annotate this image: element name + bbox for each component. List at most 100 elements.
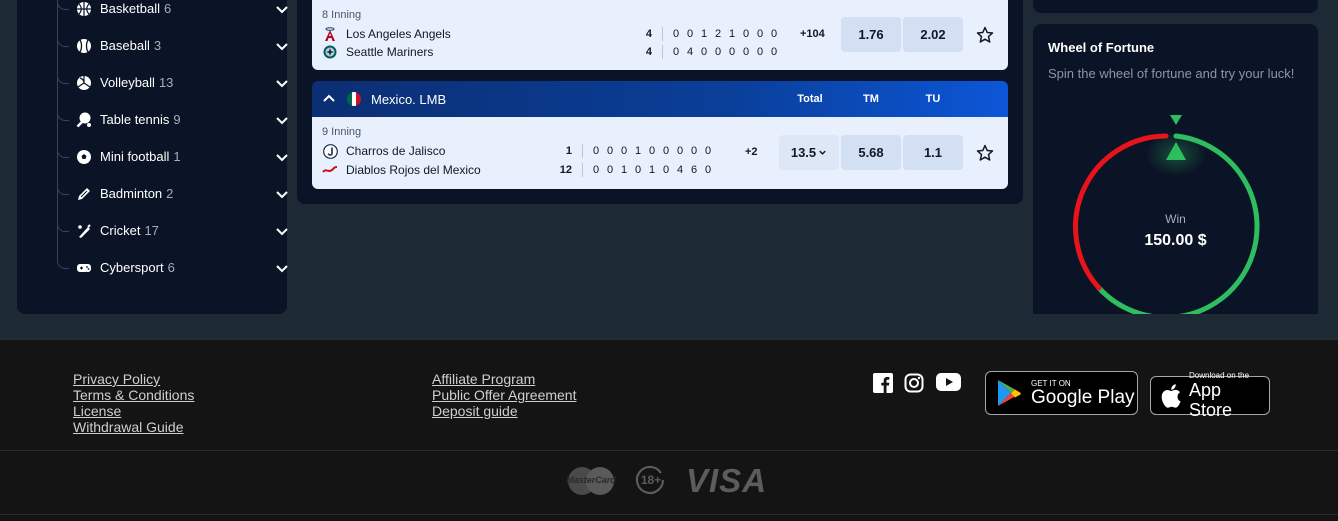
sidebar-item-basketball[interactable]: Basketball 6 (57, 0, 297, 27)
chevron-up-icon[interactable] (322, 92, 336, 106)
chevron-down-icon[interactable] (275, 39, 289, 53)
tree-branch (57, 249, 69, 269)
inning-score: 0 (756, 46, 764, 58)
privacy-policy-link[interactable]: Privacy Policy (73, 371, 194, 387)
sidebar-item-label: Volleyball 13 (100, 75, 174, 90)
google-play-button[interactable]: GET IT ON Google Play (985, 371, 1138, 415)
win-label: Win (1165, 212, 1186, 226)
odd-button[interactable]: 1.76 (841, 17, 901, 52)
match-period: 9 Inning (322, 126, 362, 138)
odd-button[interactable]: 2.02 (903, 17, 963, 52)
inning-score: 4 (676, 164, 684, 176)
google-play-icon (998, 380, 1021, 406)
mariners-logo-icon (322, 44, 338, 60)
sidebar-item-label: Cricket 17 (100, 223, 159, 238)
withdrawal-guide-link[interactable]: Withdrawal Guide (73, 419, 194, 435)
chevron-down-icon[interactable] (275, 187, 289, 201)
score-row: 1 0 0 0 1 0 0 0 0 0 (554, 142, 715, 160)
mastercard-label: MasterCard (566, 475, 616, 485)
score-row: 12 0 0 1 0 1 0 4 6 0 (554, 161, 715, 179)
tree-branch (57, 212, 69, 232)
instagram-icon[interactable] (904, 373, 926, 393)
tree-branch (57, 64, 69, 84)
sidebar-item-cybersport[interactable]: Cybersport 6 (57, 249, 297, 286)
inning-score: 0 (700, 46, 708, 58)
inning-score: 0 (648, 145, 656, 157)
team-row: Los Angeles Angels (322, 25, 451, 43)
total-select[interactable]: 13.5 (779, 135, 839, 170)
league-header[interactable]: Mexico. LMB Total TM TU (312, 81, 1008, 117)
angels-logo-icon (322, 26, 338, 42)
total-value: 13.5 (790, 145, 817, 160)
events-panel: 8 Inning Los Angeles Angels Seattle Mari… (297, 0, 1023, 204)
sidebar-item-table-tennis[interactable]: Table tennis 9 (57, 101, 297, 138)
tree-branch (57, 0, 69, 10)
cricket-bat-icon (75, 222, 93, 240)
divider (662, 45, 663, 59)
app-store-button[interactable]: Download on the App Store (1150, 371, 1270, 420)
charros-logo-icon (322, 143, 338, 159)
divider (582, 144, 583, 158)
deposit-guide-link[interactable]: Deposit guide (432, 403, 576, 419)
license-link[interactable]: License (73, 403, 194, 419)
more-markets-link[interactable]: +2 (745, 146, 758, 158)
match-card[interactable]: 9 Inning Charros de Jalisco Diablos Rojo… (312, 117, 1008, 189)
apple-icon (1161, 383, 1181, 408)
star-icon[interactable] (976, 26, 994, 44)
chevron-down-icon[interactable] (275, 2, 289, 16)
inning-score: 1 (700, 28, 708, 40)
inning-score: 0 (704, 145, 712, 157)
sidebar-item-volleyball[interactable]: Volleyball 13 (57, 64, 297, 101)
youtube-icon[interactable] (936, 373, 962, 393)
chevron-down-icon[interactable] (275, 113, 289, 127)
sidebar-item-label: Table tennis 9 (100, 112, 181, 127)
inning-score: 0 (756, 28, 764, 40)
inning-score: 0 (662, 164, 670, 176)
age-restriction-icon: 18+ (635, 464, 667, 496)
sidebar-item-baseball[interactable]: Baseball 3 (57, 27, 297, 64)
sidebar-item-cricket[interactable]: Cricket 17 (57, 212, 297, 249)
total-score: 4 (645, 46, 652, 58)
chevron-down-icon[interactable] (275, 76, 289, 90)
inning-score: 0 (672, 28, 680, 40)
wheel-of-fortune-card[interactable]: Wheel of Fortune Spin the wheel of fortu… (1033, 24, 1318, 314)
sidebar-item-mini-football[interactable]: Mini football 1 (57, 138, 297, 175)
column-header-tm: TM (863, 93, 879, 105)
chevron-down-icon[interactable] (275, 150, 289, 164)
inning-score: 0 (728, 46, 736, 58)
odd-button[interactable]: 1.1 (903, 135, 963, 170)
team-name: Charros de Jalisco (346, 144, 446, 158)
odd-button[interactable]: 5.68 (841, 135, 901, 170)
table-tennis-icon (75, 111, 93, 129)
star-icon[interactable] (976, 144, 994, 162)
chevron-down-icon[interactable] (275, 261, 289, 275)
inning-score: 1 (648, 164, 656, 176)
team-name: Diablos Rojos del Mexico (346, 163, 481, 177)
affiliate-program-link[interactable]: Affiliate Program (432, 371, 576, 387)
inning-score: 0 (634, 164, 642, 176)
match-card[interactable]: 8 Inning Los Angeles Angels Seattle Mari… (312, 0, 1008, 70)
score-row: 4 0 4 0 0 0 0 0 0 (638, 43, 781, 61)
public-offer-link[interactable]: Public Offer Agreement (432, 387, 576, 403)
inning-score: 6 (690, 164, 698, 176)
inning-score: 0 (690, 145, 698, 157)
inning-score: 0 (592, 145, 600, 157)
visa-logo: VISA (686, 462, 768, 499)
sidebar-item-label: Baseball 3 (100, 38, 162, 53)
facebook-icon[interactable] (873, 373, 895, 393)
baseball-icon (75, 37, 93, 55)
footer: Privacy Policy Terms & Conditions Licens… (0, 339, 1338, 521)
team-name: Seattle Mariners (346, 45, 434, 59)
tree-branch (57, 138, 69, 158)
footer-divider (0, 514, 1338, 515)
gamepad-icon (75, 259, 93, 277)
more-markets-link[interactable]: +104 (800, 28, 825, 40)
sidebar-item-badminton[interactable]: Badminton 2 (57, 175, 297, 212)
inning-score: 1 (620, 164, 628, 176)
mexico-flag-icon (347, 92, 361, 106)
chevron-down-icon[interactable] (275, 224, 289, 238)
team-name: Los Angeles Angels (346, 27, 451, 41)
inning-score: 0 (704, 164, 712, 176)
terms-link[interactable]: Terms & Conditions (73, 387, 194, 403)
total-score: 1 (565, 145, 572, 157)
